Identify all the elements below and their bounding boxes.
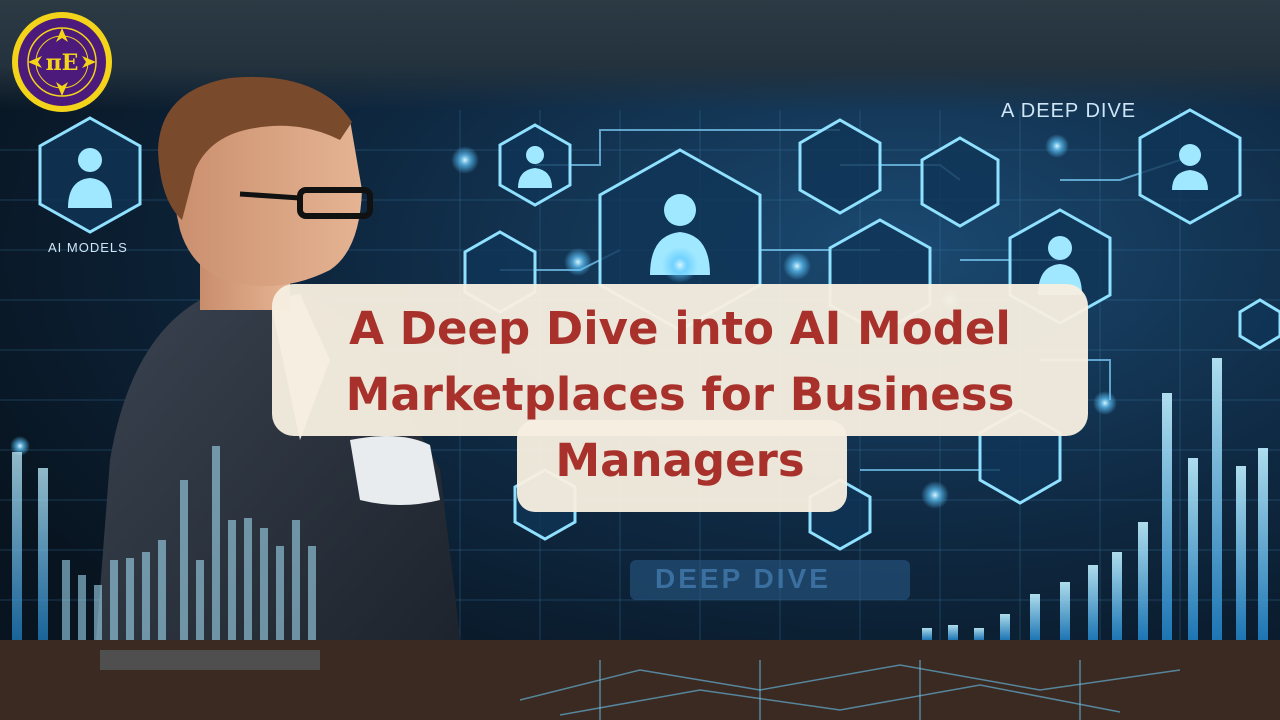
screen-label-left: AI MODELS [48,240,128,255]
left-edge-bars [12,452,48,640]
logo-glyph: πE [46,50,79,76]
logo-badge: πE [18,18,106,106]
channel-logo: πE [12,12,112,112]
thumbnail-image: A DEEP DIVE AI MODELS DEEP DIVE πE A Dee… [0,0,1280,720]
headline-line-2: Marketplaces for Business [345,368,1015,421]
logo-emblem-icon: πE [27,27,97,97]
screen-label-bottom: DEEP DIVE [655,563,831,594]
headline-line-3: Managers [555,434,805,487]
headline-text: A Deep Dive into AI Model Marketplaces f… [272,296,1088,494]
screen-label-top-right: A DEEP DIVE [1001,100,1137,122]
headline-line-1: A Deep Dive into AI Model [349,302,1011,355]
